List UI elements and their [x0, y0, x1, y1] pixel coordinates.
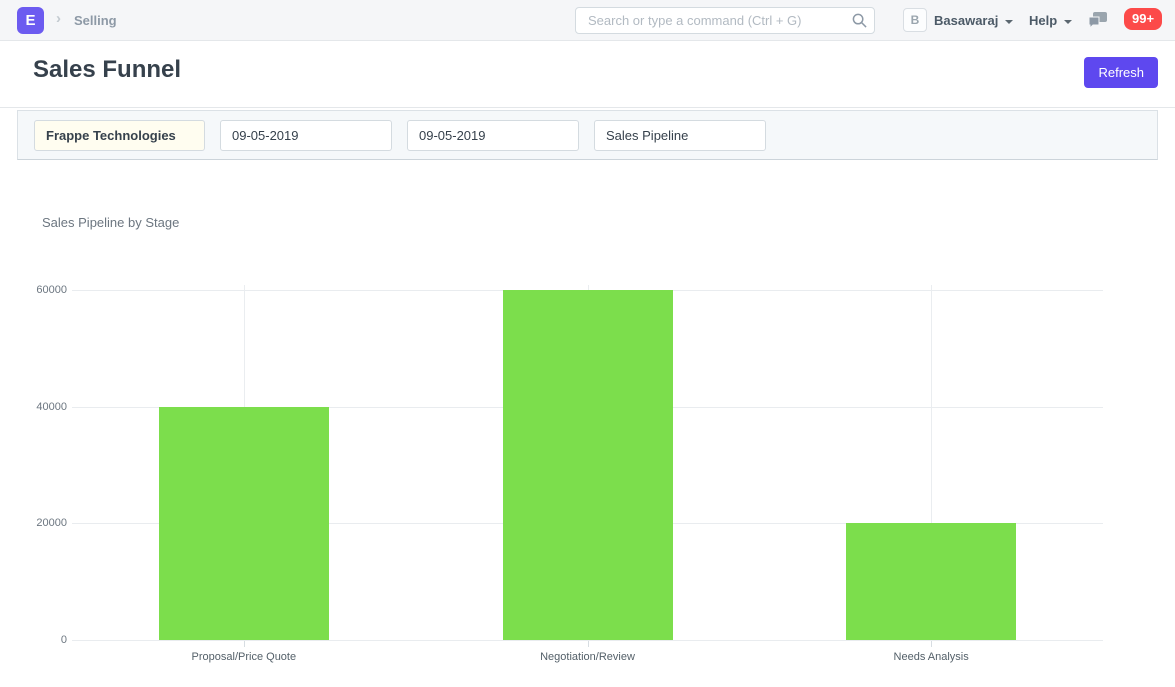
company-filter[interactable]	[34, 120, 205, 151]
page-title: Sales Funnel	[33, 56, 181, 84]
navbar: E › Selling B Basawaraj Help 99+	[0, 0, 1175, 41]
avatar[interactable]: B	[903, 8, 927, 32]
breadcrumb-chevron-icon: ›	[56, 10, 61, 27]
from-date-filter[interactable]	[220, 120, 392, 151]
chart-y-tick-label: 40000	[0, 401, 67, 413]
sales-funnel-chart: Sales Pipeline by Stage 0200004000060000…	[0, 160, 1175, 687]
to-date-filter[interactable]	[407, 120, 579, 151]
chart-y-tick-label: 60000	[0, 284, 67, 296]
user-menu-toggle[interactable]: Basawaraj	[934, 13, 1013, 28]
chart-x-tick-label: Needs Analysis	[781, 651, 1081, 663]
user-name: Basawaraj	[934, 13, 998, 28]
refresh-button[interactable]: Refresh	[1084, 57, 1158, 88]
page-head: Sales Funnel Refresh	[0, 41, 1175, 108]
chart-gridline-horizontal	[72, 640, 1103, 641]
breadcrumb-selling[interactable]: Selling	[74, 13, 117, 28]
filter-section	[17, 110, 1158, 160]
chart-x-axis-tick	[244, 640, 245, 647]
help-menu-toggle[interactable]: Help	[1029, 13, 1072, 28]
search-input[interactable]	[575, 7, 875, 34]
chart-y-tick-label: 20000	[0, 517, 67, 529]
avatar-letter: B	[911, 13, 920, 27]
chart-bar-1[interactable]	[159, 407, 329, 640]
chart-x-tick-label: Proposal/Price Quote	[94, 651, 394, 663]
chevron-down-icon	[1005, 20, 1013, 24]
chart-x-axis-tick	[931, 640, 932, 647]
chat-icon[interactable]	[1088, 11, 1108, 29]
chart-y-tick-label: 0	[0, 634, 67, 646]
chart-plot-area: 0 20000 40000 60000 Proposal/Price Quote Nego…	[0, 160, 1175, 687]
chart-bar-3[interactable]	[846, 523, 1016, 640]
global-search	[575, 7, 875, 34]
app-logo[interactable]: E	[17, 7, 44, 34]
chart-type-filter[interactable]	[594, 120, 766, 151]
chevron-down-icon	[1064, 20, 1072, 24]
chart-x-axis-tick	[588, 640, 589, 647]
chart-bar-2[interactable]	[503, 290, 673, 640]
search-icon	[852, 13, 867, 28]
notifications-badge[interactable]: 99+	[1124, 8, 1162, 30]
chart-x-tick-label: Negotiation/Review	[438, 651, 738, 663]
app-logo-letter: E	[25, 12, 35, 29]
help-label: Help	[1029, 13, 1057, 28]
